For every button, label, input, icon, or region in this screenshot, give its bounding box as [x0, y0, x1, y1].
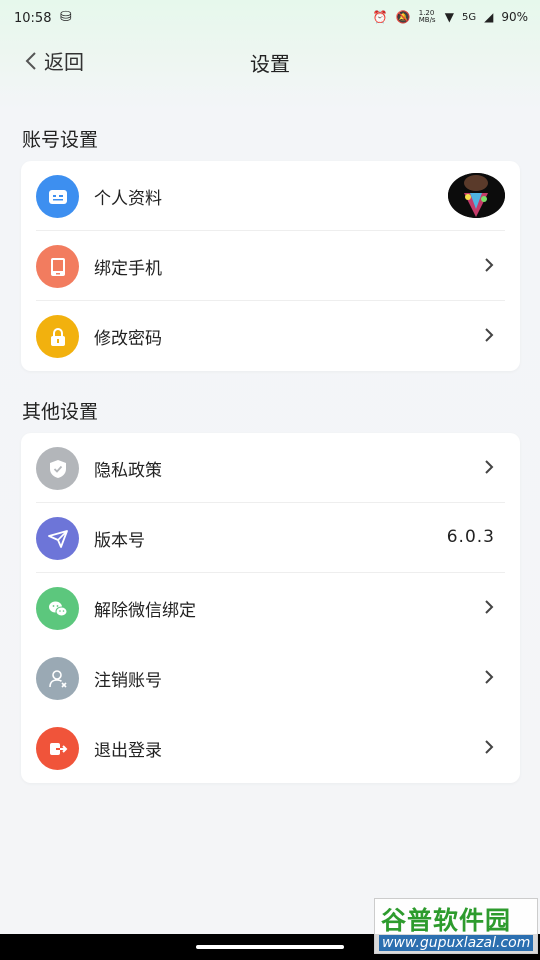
shield-icon: [36, 447, 79, 490]
chevron-right-icon: [485, 460, 494, 474]
row-change-password[interactable]: 修改密码: [21, 301, 520, 371]
chevron-right-icon: [485, 740, 494, 754]
watermark: 谷普软件园 www.gupuxlazal.com: [374, 898, 538, 954]
row-label: 隐私政策: [94, 461, 162, 481]
row-label: 个人资料: [94, 189, 162, 209]
phone-icon: [36, 245, 79, 288]
status-bar: 10:58 ⛁ ⏰ 🔕 1.20 MB/s ▼ 5G ◢ 90%: [0, 0, 540, 40]
alarm-icon: ⏰: [372, 10, 388, 24]
row-label: 注销账号: [94, 671, 162, 691]
user-remove-icon: [36, 657, 79, 700]
profile-card-icon: [36, 175, 79, 218]
sim-icon: ⛁: [60, 9, 72, 25]
page-title: 设置: [250, 52, 290, 76]
lock-icon: [36, 315, 79, 358]
net-speed: 1.20 MB/s: [418, 9, 436, 24]
section-title-account: 账号设置: [22, 129, 99, 151]
watermark-title: 谷普软件园: [381, 906, 512, 935]
row-label: 绑定手机: [94, 259, 162, 279]
status-time: 10:58: [14, 11, 52, 26]
battery-text: 90%: [501, 10, 528, 24]
other-settings-card: 隐私政策 版本号 6.0.3 解除微信绑定 注销账号 退出登录: [21, 433, 520, 783]
chevron-right-icon: [485, 600, 494, 614]
signal-icon: ◢: [484, 10, 494, 24]
network-type: 5G: [461, 11, 477, 23]
row-label: 版本号: [94, 531, 145, 551]
section-title-other: 其他设置: [22, 401, 99, 423]
plane-icon: [36, 517, 79, 560]
row-label: 退出登录: [94, 741, 162, 761]
row-profile[interactable]: 个人资料: [21, 161, 520, 231]
nav-bar: 返回 设置: [0, 40, 540, 84]
watermark-url: www.gupuxlazal.com: [379, 935, 534, 951]
version-value: 6.0.3: [446, 527, 495, 547]
mute-icon: 🔕: [395, 10, 411, 24]
row-bind-phone[interactable]: 绑定手机: [21, 231, 520, 301]
row-label: 修改密码: [94, 329, 162, 349]
status-icons: ⏰ 🔕 1.20 MB/s ▼ 5G ◢ 90%: [372, 9, 528, 25]
chevron-right-icon: [485, 670, 494, 684]
avatar[interactable]: [448, 173, 505, 218]
home-indicator[interactable]: [196, 945, 344, 949]
row-unbind-wechat[interactable]: 解除微信绑定: [21, 573, 520, 643]
row-version: 版本号 6.0.3: [21, 503, 520, 573]
row-privacy-policy[interactable]: 隐私政策: [21, 433, 520, 503]
chevron-right-icon: [485, 328, 494, 342]
account-settings-card: 个人资料 绑定手机 修改密码: [21, 161, 520, 371]
chevron-right-icon: [485, 258, 494, 272]
row-logout[interactable]: 退出登录: [21, 713, 520, 783]
row-delete-account[interactable]: 注销账号: [21, 643, 520, 713]
wechat-icon: [36, 587, 79, 630]
wifi-icon: ▼: [444, 10, 454, 24]
row-label: 解除微信绑定: [94, 601, 196, 621]
logout-icon: [36, 727, 79, 770]
